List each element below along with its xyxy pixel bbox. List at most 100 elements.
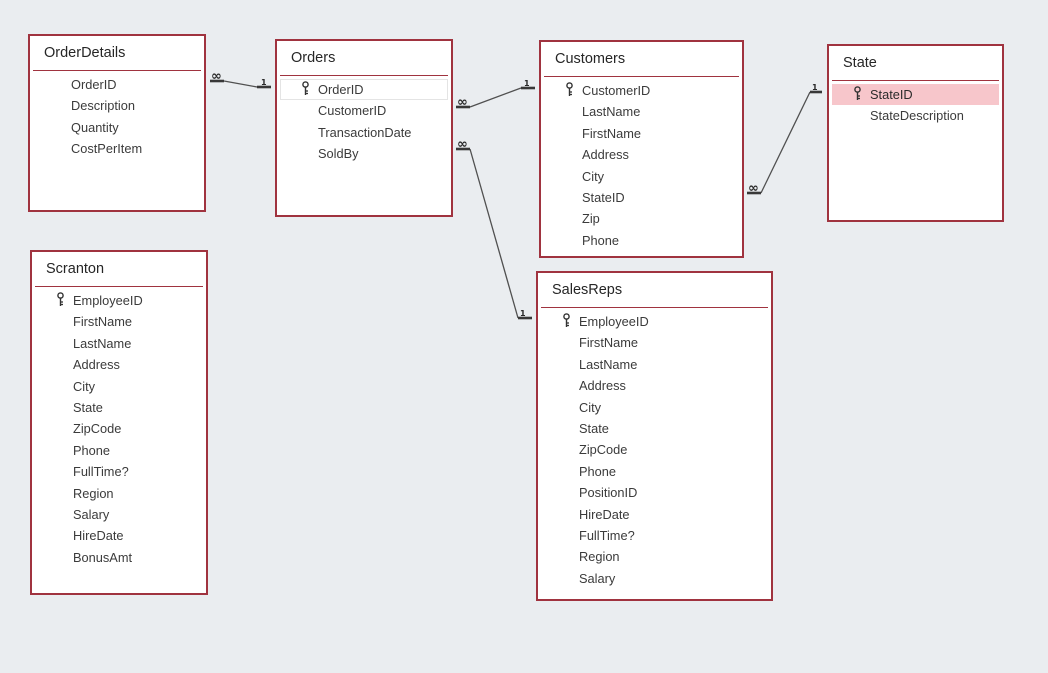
table-scranton[interactable]: Scranton EmployeeID FirstName LastName A… xyxy=(30,250,208,595)
field-scranton-bonusamt[interactable]: BonusAmt xyxy=(35,547,203,568)
field-label: HireDate xyxy=(579,506,630,522)
field-orderdetails-description[interactable]: Description xyxy=(33,95,201,116)
field-label: StateDescription xyxy=(870,108,964,124)
field-customers-firstname[interactable]: FirstName xyxy=(544,123,739,144)
field-orderdetails-quantity[interactable]: Quantity xyxy=(33,117,201,138)
primary-key-icon xyxy=(854,86,861,100)
field-scranton-phone[interactable]: Phone xyxy=(35,440,203,461)
field-scranton-zipcode[interactable]: ZipCode xyxy=(35,418,203,439)
field-list-state: StateID StateDescription xyxy=(829,81,1002,127)
field-label: Region xyxy=(73,485,114,501)
field-salesreps-hiredate[interactable]: HireDate xyxy=(541,504,768,525)
field-label: Address xyxy=(582,147,629,163)
relationship-label-orderdetails-many: ∞ xyxy=(211,69,222,84)
field-label: Phone xyxy=(579,463,617,479)
field-label: FullTime? xyxy=(579,527,635,543)
field-label: Zip xyxy=(582,211,600,227)
field-salesreps-positionid[interactable]: PositionID xyxy=(541,482,768,503)
relationship-line-orderdetails-orders[interactable] xyxy=(223,80,258,88)
table-salesreps[interactable]: SalesReps EmployeeID FirstName LastName … xyxy=(536,271,773,601)
field-customers-customerid[interactable]: CustomerID xyxy=(544,80,739,101)
field-salesreps-firstname[interactable]: FirstName xyxy=(541,332,768,353)
field-orderdetails-costperitem[interactable]: CostPerItem xyxy=(33,138,201,159)
relationship-label-customers-one: 1 xyxy=(524,79,530,88)
field-state-statedescription[interactable]: StateDescription xyxy=(832,105,999,126)
field-salesreps-phone[interactable]: Phone xyxy=(541,461,768,482)
field-orders-soldby[interactable]: SoldBy xyxy=(280,143,448,164)
field-salesreps-address[interactable]: Address xyxy=(541,375,768,396)
relationship-line-orders-salesreps[interactable] xyxy=(469,148,519,319)
field-orders-orderid[interactable]: OrderID xyxy=(280,79,448,101)
field-label: CustomerID xyxy=(582,83,651,98)
field-salesreps-employeeid[interactable]: EmployeeID xyxy=(541,311,768,332)
field-list-scranton: EmployeeID FirstName LastName Address Ci… xyxy=(32,287,206,568)
field-scranton-employeeid[interactable]: EmployeeID xyxy=(35,290,203,311)
relationship-label-salesreps-one: 1 xyxy=(520,309,526,318)
field-label: State xyxy=(73,399,103,415)
table-title-state[interactable]: State xyxy=(829,46,1002,80)
field-customers-stateid[interactable]: StateID xyxy=(544,187,739,208)
field-scranton-region[interactable]: Region xyxy=(35,483,203,504)
field-customers-city[interactable]: City xyxy=(544,166,739,187)
field-salesreps-city[interactable]: City xyxy=(541,397,768,418)
table-orderdetails[interactable]: OrderDetails OrderID Description Quantit… xyxy=(28,34,206,212)
field-list-orders: OrderID CustomerID TransactionDate SoldB… xyxy=(277,76,451,165)
relationship-line-customers-state[interactable] xyxy=(760,91,811,194)
table-title-orderdetails[interactable]: OrderDetails xyxy=(30,36,204,70)
field-orders-customerid[interactable]: CustomerID xyxy=(280,100,448,121)
relationship-line-orders-customers[interactable] xyxy=(469,87,522,108)
table-title-salesreps[interactable]: SalesReps xyxy=(538,273,771,307)
field-label: Region xyxy=(579,549,620,565)
field-label: FirstName xyxy=(579,335,639,351)
field-label: LastName xyxy=(582,104,641,120)
field-label: Salary xyxy=(73,506,110,522)
field-label: PositionID xyxy=(579,485,638,501)
primary-key-icon xyxy=(563,313,570,327)
field-scranton-hiredate[interactable]: HireDate xyxy=(35,525,203,546)
field-scranton-firstname[interactable]: FirstName xyxy=(35,311,203,332)
field-scranton-fulltime[interactable]: FullTime? xyxy=(35,461,203,482)
field-scranton-address[interactable]: Address xyxy=(35,354,203,375)
field-salesreps-salary[interactable]: Salary xyxy=(541,568,768,589)
table-orders[interactable]: Orders OrderID CustomerID TransactionDat… xyxy=(275,39,453,217)
field-label: StateID xyxy=(870,87,913,102)
field-scranton-salary[interactable]: Salary xyxy=(35,504,203,525)
field-salesreps-zipcode[interactable]: ZipCode xyxy=(541,439,768,460)
field-label: CostPerItem xyxy=(71,141,143,157)
field-label: Phone xyxy=(582,232,620,248)
field-label: StateID xyxy=(582,189,625,205)
field-state-stateid[interactable]: StateID xyxy=(832,84,999,106)
field-label: Salary xyxy=(579,570,616,586)
field-label: OrderID xyxy=(318,82,364,97)
field-customers-address[interactable]: Address xyxy=(544,144,739,165)
primary-key-icon xyxy=(566,82,573,96)
table-title-orders[interactable]: Orders xyxy=(277,41,451,75)
field-customers-phone[interactable]: Phone xyxy=(544,230,739,251)
field-scranton-lastname[interactable]: LastName xyxy=(35,333,203,354)
relationship-label-orders-customerid-many: ∞ xyxy=(457,95,468,110)
field-label: SoldBy xyxy=(318,146,359,162)
field-salesreps-lastname[interactable]: LastName xyxy=(541,354,768,375)
table-customers[interactable]: Customers CustomerID LastName FirstName … xyxy=(539,40,744,258)
table-state[interactable]: State StateID StateDescription xyxy=(827,44,1004,222)
table-title-customers[interactable]: Customers xyxy=(541,42,742,76)
field-orders-transactiondate[interactable]: TransactionDate xyxy=(280,122,448,143)
field-label: FirstName xyxy=(582,125,642,141)
field-salesreps-state[interactable]: State xyxy=(541,418,768,439)
field-list-salesreps: EmployeeID FirstName LastName Address Ci… xyxy=(538,308,771,589)
field-customers-lastname[interactable]: LastName xyxy=(544,101,739,122)
field-salesreps-fulltime[interactable]: FullTime? xyxy=(541,525,768,546)
field-salesreps-region[interactable]: Region xyxy=(541,546,768,567)
primary-key-icon xyxy=(57,292,64,306)
field-label: Address xyxy=(579,378,626,394)
field-label: City xyxy=(582,168,605,184)
field-scranton-state[interactable]: State xyxy=(35,397,203,418)
field-customers-zip[interactable]: Zip xyxy=(544,208,739,229)
relationship-label-state-one: 1 xyxy=(812,83,818,92)
field-label: Description xyxy=(71,98,136,114)
table-title-scranton[interactable]: Scranton xyxy=(32,252,206,286)
field-label: LastName xyxy=(579,356,638,372)
relationship-label-orders-soldby-many: ∞ xyxy=(457,137,468,152)
field-scranton-city[interactable]: City xyxy=(35,376,203,397)
field-orderdetails-orderid[interactable]: OrderID xyxy=(33,74,201,95)
